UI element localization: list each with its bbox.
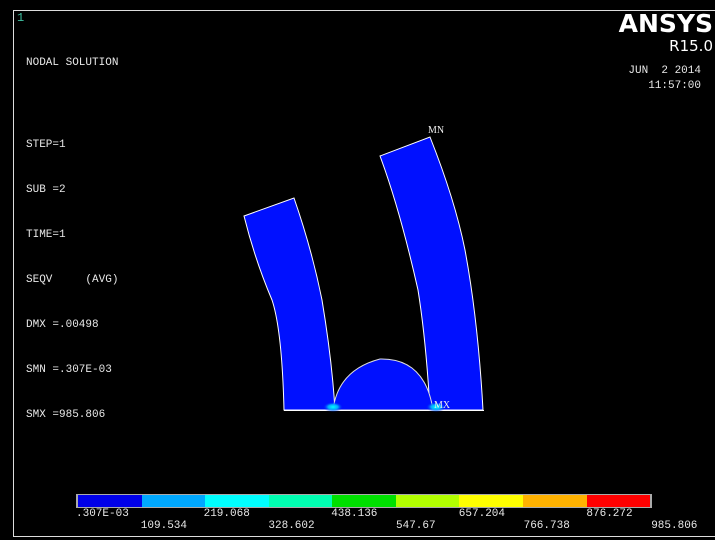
legend-swatch bbox=[205, 495, 269, 507]
legend-label: 547.67 bbox=[396, 520, 436, 532]
legend-swatch bbox=[78, 495, 142, 507]
model-viewport[interactable]: MN MX bbox=[0, 0, 715, 540]
legend-label: 438.136 bbox=[331, 508, 378, 520]
legend-label: .307E-03 bbox=[76, 508, 129, 520]
legend-swatch bbox=[332, 495, 396, 507]
legend-swatch bbox=[395, 495, 460, 507]
max-marker: MX bbox=[434, 400, 451, 411]
legend-label: 876.272 bbox=[586, 508, 633, 520]
legend-label: 219.068 bbox=[203, 508, 250, 520]
left-leg bbox=[243, 197, 336, 411]
legend-label: 328.602 bbox=[268, 520, 315, 532]
contour-legend-bar bbox=[76, 494, 652, 508]
legend-swatch bbox=[459, 495, 523, 507]
legend-swatch bbox=[522, 495, 587, 507]
legend-label: 109.534 bbox=[140, 520, 188, 532]
legend-label: 657.204 bbox=[458, 508, 506, 520]
dome bbox=[332, 358, 434, 411]
legend-label: 766.738 bbox=[523, 520, 570, 532]
stress-hotspot-left bbox=[323, 402, 343, 412]
min-marker: MN bbox=[428, 125, 444, 136]
legend-swatch bbox=[586, 495, 651, 507]
legend-label: 985.806 bbox=[651, 520, 698, 532]
legend-swatch bbox=[141, 495, 206, 507]
legend-swatch bbox=[268, 495, 333, 507]
